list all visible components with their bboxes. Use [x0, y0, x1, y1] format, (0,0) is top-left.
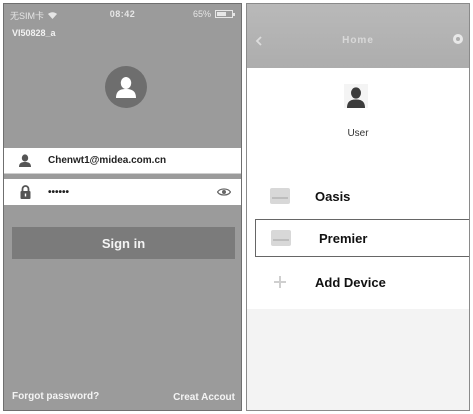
device-item-premier[interactable]: Premier	[255, 219, 469, 257]
add-device-button[interactable]: Add Device	[247, 262, 469, 302]
add-device-label: Add Device	[315, 274, 386, 290]
avatar-icon	[105, 66, 147, 108]
eye-icon[interactable]	[217, 187, 231, 197]
ac-device-icon	[268, 227, 294, 249]
battery-percent: 65%	[192, 9, 211, 19]
device-label: Oasis	[315, 188, 351, 204]
home-screen: Home User Oasis Premier Add Device	[246, 3, 470, 411]
plus-icon	[267, 271, 293, 293]
page-title: Home	[342, 35, 374, 46]
status-bar: 无SIM卡 08:42 65%	[4, 4, 241, 24]
user-avatar-icon[interactable]	[344, 84, 368, 108]
forgot-password-link[interactable]: Forgot password?	[12, 391, 99, 402]
ac-device-icon	[267, 185, 293, 207]
header-bar: Home	[247, 4, 469, 68]
email-input[interactable]: Chenwt1@midea.com.cn	[48, 155, 241, 166]
device-id-label: VI50828_a	[12, 28, 56, 38]
user-icon	[16, 154, 34, 167]
empty-list-area	[247, 309, 469, 410]
create-account-link[interactable]: Creat Accout	[173, 392, 235, 403]
password-input[interactable]: ••••••	[48, 187, 217, 198]
lock-icon	[16, 185, 34, 199]
password-field[interactable]: ••••••	[4, 179, 241, 205]
battery-icon	[215, 10, 235, 18]
user-label: User	[347, 128, 369, 139]
login-screen: 无SIM卡 08:42 65% VI50828_a Chenwt1@midea.…	[3, 3, 242, 411]
device-label: Premier	[319, 230, 368, 246]
settings-icon[interactable]	[452, 32, 464, 50]
sign-in-button[interactable]: Sign in	[12, 227, 235, 259]
device-item-oasis[interactable]: Oasis	[247, 176, 469, 216]
email-field[interactable]: Chenwt1@midea.com.cn	[4, 148, 241, 174]
